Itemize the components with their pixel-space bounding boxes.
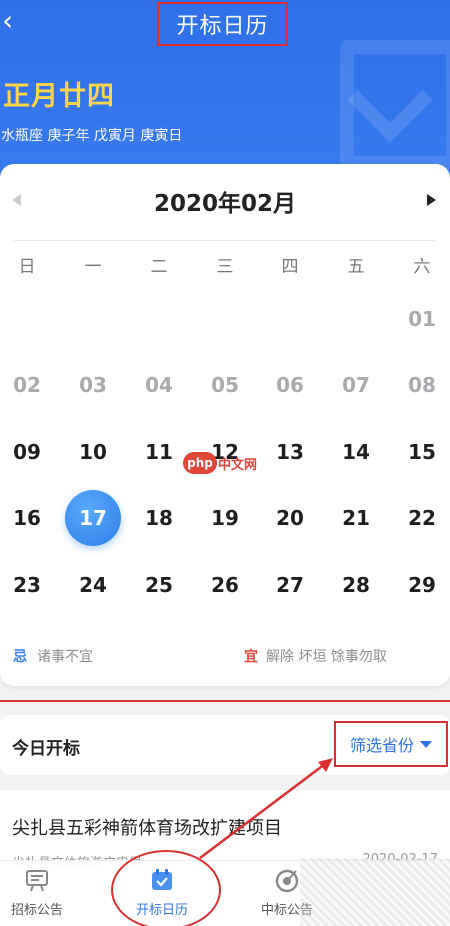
- filter-label: 筛选省份: [349, 736, 414, 755]
- calendar-day[interactable]: 29: [394, 557, 450, 613]
- calendar-day[interactable]: 23: [0, 557, 55, 613]
- calendar-day[interactable]: 03: [65, 357, 121, 413]
- calendar-day[interactable]: 28: [328, 557, 384, 613]
- ji-label: 忌: [13, 649, 27, 665]
- target-icon: [275, 869, 299, 893]
- today-title: 今日开标: [12, 739, 80, 759]
- annotation-divider-line: [0, 700, 450, 702]
- calendar-day[interactable]: 21: [328, 490, 384, 546]
- tab-label: 招标公告: [10, 903, 63, 918]
- calendar-day[interactable]: 15: [394, 424, 450, 480]
- calendar-card: 2020年02月 日 一 二 三 四 五 六 01 02 03 04 05 06 07 08 0…: [0, 164, 450, 686]
- calendar-day[interactable]: 18: [131, 490, 187, 546]
- calendar-day[interactable]: 05: [197, 357, 253, 413]
- weekday-wed: 三: [216, 257, 234, 277]
- calendar-day[interactable]: 07: [328, 357, 384, 413]
- chevron-left-icon[interactable]: ‹: [2, 6, 28, 36]
- filter-province-button[interactable]: 筛选省份: [334, 721, 448, 767]
- tab-annotation-circle: [111, 850, 221, 926]
- project-title: 尖扎县五彩神箭体育场改扩建项目: [12, 818, 282, 839]
- ganzhi-info: 水瓶座 庚子年 戊寅月 庚寅日: [1, 128, 183, 144]
- caret-down-icon: [420, 740, 432, 748]
- watermark-text: 中文网: [218, 458, 258, 473]
- page-title: 开标日历: [176, 14, 269, 39]
- weekday-thu: 四: [281, 257, 299, 277]
- calendar-day[interactable]: 20: [262, 490, 318, 546]
- calendar-day[interactable]: 16: [0, 490, 55, 546]
- calendar-day[interactable]: 25: [131, 557, 187, 613]
- weekday-fri: 五: [347, 257, 365, 277]
- today-section: 今日开标 筛选省份: [0, 715, 450, 775]
- calendar-day[interactable]: 09: [0, 424, 55, 480]
- weekday-sun: 日: [18, 257, 36, 277]
- next-month-icon[interactable]: [427, 194, 436, 206]
- calendar-day[interactable]: 13: [262, 424, 318, 480]
- calendar-day[interactable]: 27: [262, 557, 318, 613]
- weekday-header: 日 一 二 三 四 五 六: [0, 252, 450, 280]
- month-title: 2020年02月: [153, 191, 297, 217]
- calendar-day-selected[interactable]: 17: [65, 490, 121, 546]
- calendar-day[interactable]: 14: [328, 424, 384, 480]
- tab-bidding-announcement[interactable]: 招标公告: [0, 867, 87, 926]
- watermark-overlay: [300, 858, 450, 926]
- yi-text: 解除 坏垣 馀事勿取: [266, 649, 387, 665]
- calendar-day[interactable]: 02: [0, 357, 55, 413]
- calendar-day[interactable]: 10: [65, 424, 121, 480]
- weekday-tue: 二: [150, 257, 168, 277]
- calendar-day[interactable]: 04: [131, 357, 187, 413]
- weekday-mon: 一: [84, 257, 102, 277]
- calendar-day[interactable]: 11: [131, 424, 187, 480]
- almanac-row: 忌 诸事不宜 宜 解除 坏垣 馀事勿取: [0, 646, 450, 670]
- calendar-day[interactable]: 06: [262, 357, 318, 413]
- calendar-day[interactable]: 01: [394, 291, 450, 347]
- billboard-icon: [26, 870, 48, 892]
- calendar-day[interactable]: 22: [394, 490, 450, 546]
- calendar-day[interactable]: 19: [197, 490, 253, 546]
- title-annotation-box: 开标日历: [157, 2, 288, 46]
- ji-text: 诸事不宜: [37, 649, 93, 665]
- yi-label: 宜: [244, 649, 258, 665]
- lunar-date: 正月廿四: [3, 81, 115, 112]
- calendar-day[interactable]: 26: [197, 557, 253, 613]
- calendar-day[interactable]: 24: [65, 557, 121, 613]
- watermark-badge: php: [183, 452, 217, 474]
- calendar-divider: [14, 240, 435, 241]
- calendar-day[interactable]: 08: [394, 357, 450, 413]
- weekday-sat: 六: [413, 257, 431, 277]
